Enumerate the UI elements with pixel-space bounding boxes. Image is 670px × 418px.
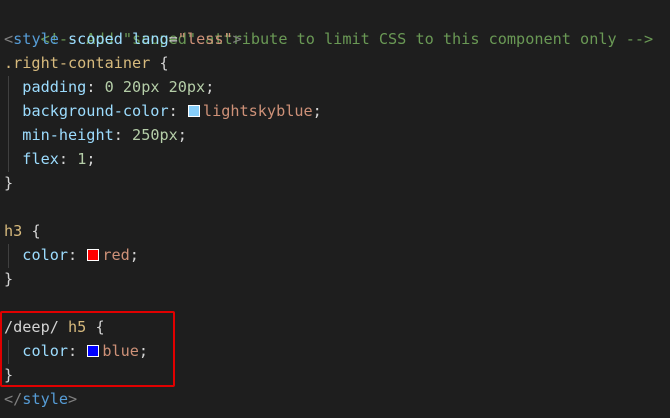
flex-value: 1 <box>77 150 87 168</box>
semicolon: ; <box>86 150 96 168</box>
code-editor[interactable]: <!-- Add "scoped" attribute to limit CSS… <box>0 0 670 418</box>
background-color-property: background-color <box>22 102 169 120</box>
red-value: red <box>102 246 130 264</box>
tag-bracket: </ <box>4 390 23 408</box>
flex-property: flex <box>22 150 59 168</box>
tag-bracket: > <box>232 30 242 48</box>
code-line-color-red: color: red; <box>4 243 139 267</box>
colon: : <box>86 78 96 96</box>
padding-value: 0 20px 20px <box>104 78 206 96</box>
tag-bracket: > <box>68 390 78 408</box>
code-line-comment: <!-- Add "scoped" attribute to limit CSS… <box>4 3 654 48</box>
colon: : <box>58 150 69 168</box>
code-line-style-close: </style> <box>4 387 77 411</box>
equals-sign: = <box>168 30 178 48</box>
right-container-selector: .right-container <box>4 54 151 72</box>
h3-selector: h3 <box>4 222 23 240</box>
code-line-rc-selector: .right-container { <box>4 51 169 75</box>
code-line-padding: padding: 0 20px 20px; <box>4 75 214 99</box>
color-swatch-icon[interactable] <box>187 105 200 117</box>
semicolon: ; <box>312 102 322 120</box>
semicolon: ; <box>129 246 139 264</box>
tag-bracket: < <box>4 30 14 48</box>
code-line-brace-close: } <box>4 171 13 195</box>
code-line-min-height: min-height: 250px; <box>4 123 187 147</box>
padding-property: padding <box>22 78 87 96</box>
background-color-value: lightskyblue <box>202 102 313 120</box>
color-swatch-icon[interactable] <box>87 249 100 261</box>
code-line-background: background-color: lightskyblue; <box>4 99 322 123</box>
code-line-h3-selector: h3 { <box>4 219 41 243</box>
scoped-attribute: scoped <box>68 30 123 48</box>
colon: : <box>168 102 178 120</box>
code-line-style-open: <style scoped lang="less"> <box>4 27 242 51</box>
lang-attribute: lang <box>132 30 169 48</box>
semicolon: ; <box>205 78 215 96</box>
code-line-brace-close: } <box>4 267 13 291</box>
colon: : <box>68 246 78 264</box>
code-line-flex: flex: 1; <box>4 147 96 171</box>
color-property: color <box>22 246 69 264</box>
highlight-box <box>0 311 175 387</box>
brace-open: { <box>159 54 169 72</box>
lang-value: "less" <box>177 30 233 48</box>
colon: : <box>113 126 123 144</box>
brace-close: } <box>4 270 14 288</box>
min-height-value: 250px <box>132 126 178 144</box>
brace-close: } <box>4 174 14 192</box>
semicolon: ; <box>177 126 187 144</box>
style-tag-name: style <box>22 390 69 408</box>
min-height-property: min-height <box>22 126 114 144</box>
style-tag-name: style <box>13 30 59 48</box>
brace-open: { <box>31 222 41 240</box>
